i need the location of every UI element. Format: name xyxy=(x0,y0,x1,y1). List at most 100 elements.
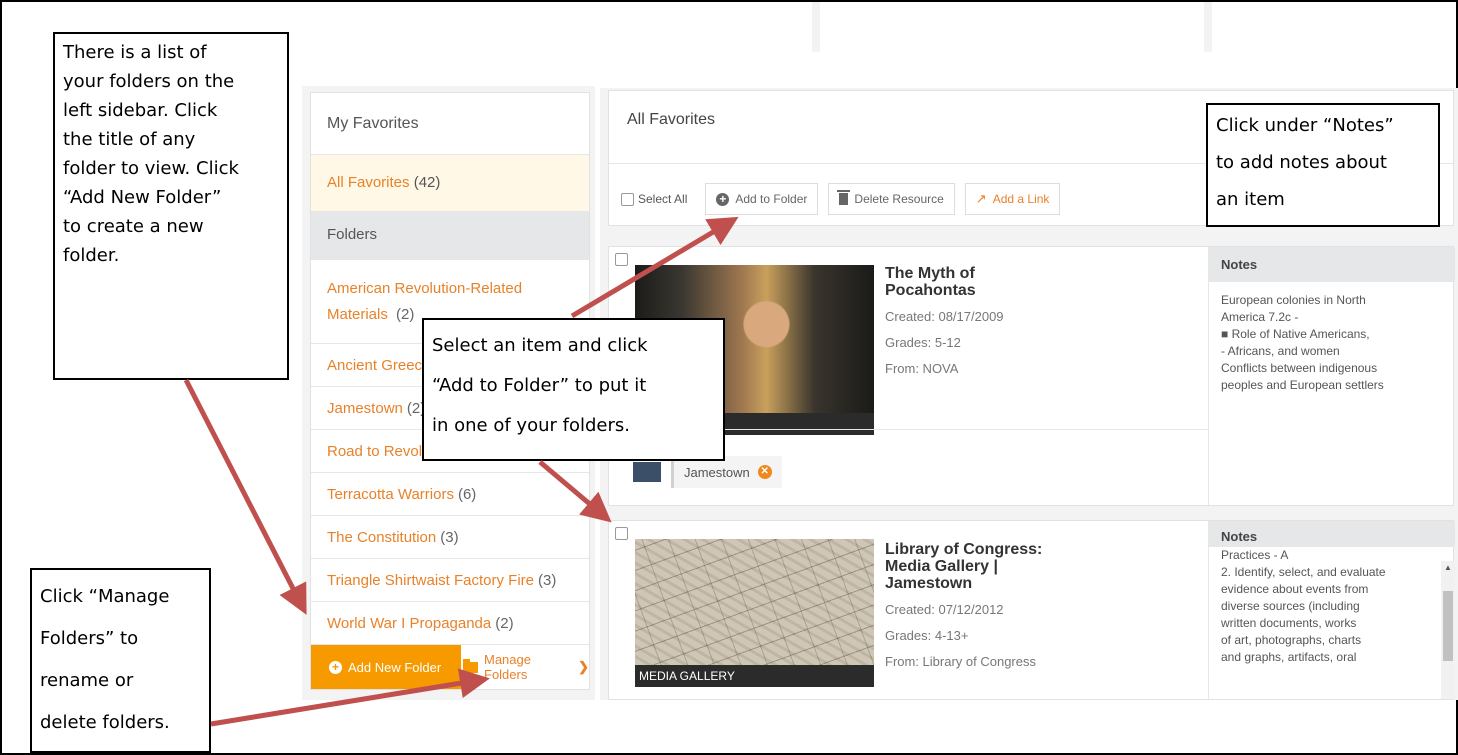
sidebar-footer: + Add New Folder Manage Folders ❯ xyxy=(311,645,589,689)
folder-label: American Revolution-Related Materials xyxy=(327,280,523,323)
notes-text[interactable]: European colonies in North America 7.2c … xyxy=(1209,282,1455,394)
delete-resource-label: Delete Resource xyxy=(854,192,944,206)
item-grades: Grades: 5-12 xyxy=(885,335,961,350)
plus-circle-icon: + xyxy=(329,660,342,674)
add-new-folder-button[interactable]: + Add New Folder xyxy=(311,645,461,689)
chevron-right-icon: ❯ xyxy=(578,659,589,674)
item-title[interactable]: The Myth of Pocahontas xyxy=(885,265,1035,299)
notes-line: - Africans, and women xyxy=(1221,344,1340,358)
callout-line: delete folders. xyxy=(40,712,170,733)
callout-sidebar-help: There is a list of your folders on the l… xyxy=(53,32,289,380)
folder-label: World War I Propaganda xyxy=(327,614,492,632)
item-title-line: Media Gallery | xyxy=(885,558,998,575)
sidebar-folder-item[interactable]: The Constitution (3) xyxy=(311,516,589,559)
folder-label: Jamestown xyxy=(327,399,403,417)
folder-label: Terracotta Warriors xyxy=(327,485,454,503)
callout-notes-help: Click under “Notes” to add notes about a… xyxy=(1206,103,1440,227)
callout-line: folder to view. Click xyxy=(63,158,239,179)
add-new-folder-label: Add New Folder xyxy=(348,659,442,675)
add-to-folder-button[interactable]: + Add to Folder xyxy=(705,183,819,215)
manage-folders-button[interactable]: Manage Folders ❯ xyxy=(461,645,589,689)
sidebar-title: My Favorites xyxy=(311,93,589,155)
item-checkbox[interactable] xyxy=(615,527,628,540)
item-notes[interactable]: Notes Practices - A 2. Identify, select,… xyxy=(1208,521,1455,699)
notes-line: and graphs, artifacts, oral xyxy=(1221,650,1357,664)
callout-line: your folders on the xyxy=(63,71,235,92)
folder-count: (3) xyxy=(538,571,557,589)
callout-line: There is a list of xyxy=(63,42,207,63)
callout-line: “Add to Folder” to put it xyxy=(432,375,647,396)
notes-line: diverse sources (including xyxy=(1221,599,1360,613)
plus-circle-icon: + xyxy=(716,192,730,206)
all-favorites-label: All Favorites xyxy=(327,174,410,191)
link-icon: ↗ xyxy=(975,191,987,206)
notes-line: 2. Identify, select, and evaluate xyxy=(1221,565,1386,579)
notes-line: of art, photographs, charts xyxy=(1221,633,1362,647)
item-source: From: NOVA xyxy=(885,361,959,376)
trash-icon xyxy=(837,190,851,205)
add-link-button[interactable]: ↗ Add a Link xyxy=(964,183,1061,215)
select-all-checkbox[interactable]: Select All xyxy=(621,192,687,206)
map-texture xyxy=(635,539,874,665)
notes-line: America 7.2c - xyxy=(1221,310,1299,324)
callout-line: Select an item and click xyxy=(432,335,648,356)
callout-line: folder. xyxy=(63,245,120,266)
item-info: The Myth of Pocahontas Created: 08/17/20… xyxy=(885,265,1035,377)
notes-line: Practices - A xyxy=(1221,548,1289,562)
callout-add-folder-help: Select an item and click “Add to Folder”… xyxy=(422,318,725,461)
select-all-label: Select All xyxy=(638,192,688,206)
all-favorites-count: (42) xyxy=(413,174,441,191)
folder-count: (3) xyxy=(440,528,459,546)
toolbar: Select All + Add to Folder Delete Resour… xyxy=(621,183,1061,215)
notes-line: Conflicts between indigenous xyxy=(1221,361,1378,375)
folder-label: The Constitution xyxy=(327,528,437,546)
notes-scrollbar[interactable]: ▲ xyxy=(1441,561,1455,699)
notes-line: European colonies in North xyxy=(1221,293,1366,307)
folder-label: Triangle Shirtwaist Factory Fire xyxy=(327,571,534,589)
callout-manage-help: Click “Manage Folders” to rename or dele… xyxy=(30,568,211,753)
item-title-line: Jamestown xyxy=(885,575,973,592)
folder-count: (6) xyxy=(457,485,477,503)
notes-line: written documents, works xyxy=(1221,616,1357,630)
item-thumbnail[interactable]: MEDIA GALLERY xyxy=(635,539,874,687)
thumbnail-caption-bar: MEDIA GALLERY xyxy=(635,665,874,687)
item-notes[interactable]: Notes European colonies in North America… xyxy=(1208,247,1455,505)
folder-icon xyxy=(463,658,478,673)
item-info: Library of Congress: Media Gallery | Jam… xyxy=(885,541,1042,670)
notes-header: Notes xyxy=(1209,247,1455,282)
callout-line: the title of any xyxy=(63,129,196,150)
callout-line: Folders” to xyxy=(40,628,139,649)
page-title: All Favorites xyxy=(627,111,716,128)
notes-line: evidence about events from xyxy=(1221,582,1369,596)
manage-folders-label: Manage Folders xyxy=(484,652,531,682)
sidebar-folder-item[interactable]: World War I Propaganda (2) xyxy=(311,602,589,645)
checkbox-icon xyxy=(621,193,634,206)
scrollbar-thumb[interactable] xyxy=(1443,591,1453,661)
item-checkbox[interactable] xyxy=(615,253,628,266)
delete-resource-button[interactable]: Delete Resource xyxy=(828,183,955,215)
folder-count: (2) xyxy=(396,306,415,323)
sidebar-folder-item[interactable]: Terracotta Warriors (6) xyxy=(311,473,589,516)
item-source: From: Library of Congress xyxy=(885,654,1036,669)
item-title[interactable]: Library of Congress: Media Gallery | Jam… xyxy=(885,541,1042,592)
sidebar-item-all-favorites[interactable]: All Favorites (42) xyxy=(311,155,589,212)
add-to-folder-label: Add to Folder xyxy=(735,192,808,206)
favorite-item: The Myth of Pocahontas Created: 08/17/20… xyxy=(608,246,1455,506)
item-created: Created: 07/12/2012 xyxy=(885,602,1004,617)
callout-line: to create a new xyxy=(63,216,204,237)
callout-line: Click “Manage xyxy=(40,586,170,607)
favorite-item: MEDIA GALLERY Library of Congress: Media… xyxy=(608,520,1455,700)
notes-line: ■ Role of Native Americans, xyxy=(1221,327,1370,341)
folder-label: Ancient Greece xyxy=(327,356,431,374)
scroll-up-icon[interactable]: ▲ xyxy=(1444,563,1452,572)
folder-icon xyxy=(633,462,661,482)
folder-count: (2) xyxy=(495,614,514,632)
sidebar-folder-item[interactable]: Triangle Shirtwaist Factory Fire (3) xyxy=(311,559,589,602)
top-bar-fragment xyxy=(812,2,1212,52)
notes-line: peoples and European settlers xyxy=(1221,378,1384,392)
remove-tag-icon[interactable]: ✕ xyxy=(757,465,772,479)
callout-line: Click under “Notes” xyxy=(1216,115,1394,136)
notes-text[interactable]: Practices - A 2. Identify, select, and e… xyxy=(1209,547,1455,666)
item-grades: Grades: 4-13+ xyxy=(885,628,969,643)
item-created: Created: 08/17/2009 xyxy=(885,309,1004,324)
